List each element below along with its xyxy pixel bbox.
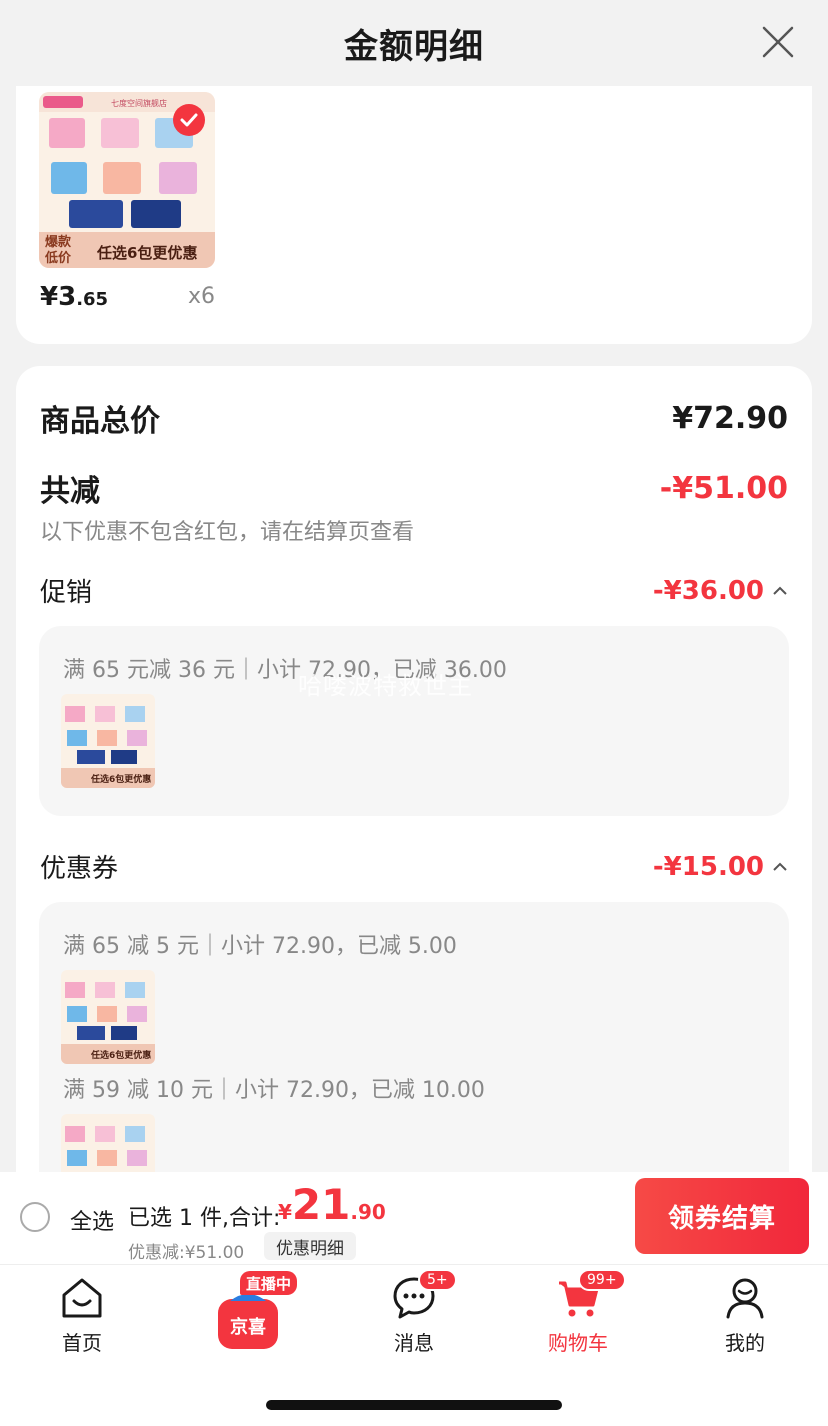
selected-summary: 已选 1 件,合计: [128,1206,281,1231]
watermark: 哈喽波特救世主 [298,672,473,700]
select-all-label[interactable]: 全选 [70,1204,114,1236]
product-image-tag: 任选6包更优惠 [96,244,197,262]
select-all-radio[interactable] [20,1202,50,1232]
home-indicator [266,1400,562,1410]
store-name: 七度空间旗舰店 [111,98,167,108]
discount-detail-button[interactable]: 优惠明细 [264,1232,356,1260]
coupon-line-1: 满 65 减 5 元｜小计 72.90，已减 5.00 [63,934,457,959]
product-price: ¥3.65 [40,282,108,312]
selected-check-icon[interactable] [173,104,205,136]
page-title: 金额明细 [344,26,484,67]
tab-messages[interactable]: 消息 [354,1275,474,1356]
price-dec: .90 [350,1200,386,1224]
reduce-row: 共减 -¥51.00 [40,466,788,510]
svg-text:低价: 低价 [44,250,72,266]
checkout-button[interactable]: 领券结算 [635,1178,809,1254]
user-icon [726,1278,764,1319]
price-int: ¥3 [40,282,77,312]
promotion-amount: -¥36.00 [652,575,764,606]
reduce-value: -¥51.00 [659,470,788,506]
tab-mine[interactable]: 我的 [685,1275,805,1356]
price-yen: ¥ [278,1200,292,1224]
promotion-value: -¥36.00 [653,576,788,606]
svg-text:爆款: 爆款 [45,234,72,250]
coupon-label: 优惠券 [40,854,119,884]
total-value: ¥72.90 [672,400,788,436]
price-int: 21 [291,1180,351,1229]
tab-messages-label: 消息 [394,1331,434,1355]
promotion-product-thumb[interactable]: 任选6包更优惠 [61,694,155,788]
messages-badge: 5+ [418,1269,457,1291]
jingxi-logo-icon[interactable]: 京喜 [216,1289,280,1353]
chevron-up-icon[interactable] [772,586,788,596]
product-image[interactable]: 七度空间旗舰店 爆款 低价 任选6包更优惠 [39,92,215,268]
coupon-product-thumb[interactable]: 任选6包更优惠 [61,970,155,1064]
total-label: 商品总价 [40,404,160,439]
cart-badge: 99+ [578,1269,626,1291]
chevron-up-icon[interactable] [772,862,788,872]
amount-detail-card: 商品总价 ¥72.90 共减 -¥51.00 以下优惠不包含红包，请在结算页查看… [16,366,812,1266]
discount-note: 以下优惠不包含红包，请在结算页查看 [40,520,415,545]
close-button[interactable] [758,22,798,62]
coupon-row[interactable]: 优惠券 -¥15.00 [40,848,788,885]
tab-home[interactable]: 首页 [22,1275,142,1356]
checkout-bar: 全选 已选 1 件,合计: ¥21.90 优惠减:¥51.00 优惠明细 领券结… [0,1172,828,1264]
promotion-row[interactable]: 促销 -¥36.00 [40,572,788,609]
tab-home-label: 首页 [62,1331,102,1355]
home-icon [62,1278,102,1318]
reduce-label: 共减 [40,474,100,509]
product-card: 七度空间旗舰店 爆款 低价 任选6包更优惠 ¥3.65 x6 [16,86,812,344]
total-price: ¥21.90 [278,1180,386,1229]
product-quantity: x6 [188,284,216,309]
live-badge: 直播中 [240,1271,298,1295]
discount-amount: 优惠减:¥51.00 [128,1243,245,1263]
total-row: 商品总价 ¥72.90 [40,396,788,440]
header: 金额明细 [0,0,828,86]
tab-cart-label: 购物车 [548,1331,608,1355]
coupon-line-2: 满 59 减 10 元｜小计 72.90，已减 10.00 [63,1078,485,1103]
svg-text:任选6包更优惠: 任选6包更优惠 [90,1049,151,1061]
coupon-amount: -¥15.00 [652,851,764,882]
jingxi-logo-text: 京喜 [230,1316,266,1338]
price-dec: .65 [76,289,109,310]
svg-text:任选6包更优惠: 任选6包更优惠 [90,773,151,785]
promotion-label: 促销 [40,578,93,608]
coupon-value: -¥15.00 [653,852,788,882]
tab-mine-label: 我的 [725,1331,765,1355]
close-icon [762,26,794,58]
promotion-box: 满 65 元减 36 元｜小计 72.90，已减 36.00 任选6包更优惠 [39,626,789,816]
